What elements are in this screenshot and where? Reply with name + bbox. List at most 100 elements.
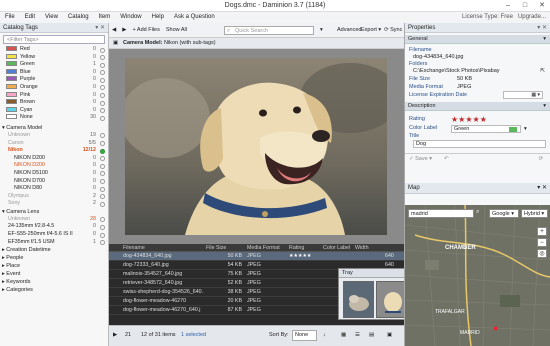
chevron-down-icon[interactable]: ▾	[543, 35, 546, 44]
quick-search-input[interactable]: ⌕ Quick Search	[224, 26, 314, 35]
camera-model-item[interactable]: NIKON D200 0	[0, 162, 108, 170]
tag-toggle[interactable]	[100, 240, 105, 246]
show-all-button[interactable]: Show All	[163, 23, 190, 38]
camera-lens-group[interactable]: ▾ Camera Lens	[0, 208, 108, 216]
tag-toggle[interactable]	[100, 156, 105, 162]
map-view[interactable]: madrid ⌕ Google ▾ Hybrid ▾ CHAMBER TRAFA…	[405, 205, 550, 346]
map-search-input[interactable]: madrid	[408, 209, 474, 218]
search-icon[interactable]: ⌕	[476, 209, 479, 216]
menu-file[interactable]: File	[0, 12, 20, 23]
export-button[interactable]: Export ▾	[361, 23, 381, 38]
map-mode-select[interactable]: Hybrid ▾	[521, 209, 548, 218]
camera-lens-item[interactable]: EF-S55-250mm f/4-5.6 IS II 0	[0, 231, 108, 239]
camera-model-item[interactable]: NIKON D200 0	[0, 155, 108, 163]
camera-model-group[interactable]: ▾ Camera Model	[0, 124, 108, 132]
tag-toggle[interactable]	[100, 194, 105, 200]
menu-help[interactable]: Help	[147, 12, 169, 23]
tag-toggle[interactable]	[100, 224, 105, 230]
title-field[interactable]: Dog	[413, 140, 546, 148]
tag-toggle[interactable]	[100, 115, 105, 121]
tray-thumb[interactable]	[343, 281, 374, 318]
add-files-button[interactable]: + Add Files	[129, 23, 162, 38]
tag-toggle[interactable]	[100, 171, 105, 177]
tag-toggle[interactable]	[100, 47, 105, 53]
tag-toggle[interactable]	[100, 77, 105, 83]
tag-toggle[interactable]	[100, 141, 105, 147]
tag-toggle[interactable]	[100, 108, 105, 114]
refresh-icon[interactable]: ⟳	[539, 156, 544, 162]
menu-view[interactable]: View	[40, 12, 63, 23]
grid-view-icon[interactable]: ▦	[341, 332, 346, 338]
menu-edit[interactable]: Edit	[20, 12, 40, 23]
tag-group-item[interactable]: ▸ Event	[0, 270, 108, 278]
tag-toggle[interactable]	[100, 186, 105, 192]
forward-button[interactable]: ▶	[119, 23, 129, 38]
tag-toggle[interactable]	[100, 93, 105, 99]
map-provider-select[interactable]: Google ▾	[489, 209, 519, 218]
col-width[interactable]: Width	[355, 244, 369, 252]
col-color-label[interactable]: Color Label	[323, 244, 350, 252]
col-media-format[interactable]: Media Format	[247, 244, 280, 252]
sort-direction-icon[interactable]: ↓	[323, 332, 326, 338]
pin-icon[interactable]: ▾ ✕	[537, 23, 547, 33]
tag-toggle[interactable]	[100, 217, 105, 223]
sync-button[interactable]: ⟳ Sync	[384, 23, 402, 38]
locate-button[interactable]: ◎	[537, 249, 547, 258]
back-button[interactable]: ◀	[109, 23, 119, 38]
col-rating[interactable]: Rating	[289, 244, 304, 252]
color-tag-item[interactable]: Blue 0	[0, 69, 108, 77]
collapse-icon[interactable]: ▾	[2, 125, 5, 131]
play-icon[interactable]: ▶	[113, 332, 117, 338]
camera-lens-item[interactable]: Unknown 28	[0, 216, 108, 224]
tag-toggle[interactable]	[100, 133, 105, 139]
pin-icon[interactable]: ▾ ✕	[537, 183, 547, 194]
sort-select[interactable]: None	[292, 330, 318, 341]
maximize-button[interactable]: □	[517, 0, 533, 12]
tag-toggle[interactable]	[100, 100, 105, 106]
tag-toggle[interactable]	[100, 70, 105, 76]
details-view-icon[interactable]: ▤	[369, 332, 374, 338]
map-pin-icon[interactable]: ●	[493, 323, 498, 333]
undo-icon[interactable]: ↶	[444, 156, 449, 162]
open-folder-icon[interactable]: ⇱	[540, 68, 545, 75]
chevron-down-icon[interactable]: ▾	[543, 102, 546, 111]
tag-group-item[interactable]: ▸ Keywords	[0, 278, 108, 286]
upgrade-link[interactable]: Upgrade...	[518, 14, 546, 20]
camera-model-item[interactable]: NIKON D700 0	[0, 178, 108, 186]
color-tag-item[interactable]: Cyan 0	[0, 107, 108, 115]
camera-model-item[interactable]: Olympus 2	[0, 193, 108, 201]
menu-item[interactable]: Item	[94, 12, 116, 23]
tag-toggle[interactable]	[100, 179, 105, 184]
filter-tags-input[interactable]: <Filter Tags>	[3, 35, 105, 44]
tray-thumb[interactable]	[376, 281, 407, 318]
camera-model-item[interactable]: Unknown 19	[0, 132, 108, 140]
description-section[interactable]: Description ▾	[405, 102, 550, 111]
color-tag-item[interactable]: Purple 0	[0, 76, 108, 84]
rating-stars[interactable]: ★★★★★	[451, 115, 487, 124]
color-tag-item[interactable]: Orange 0	[0, 84, 108, 92]
tag-toggle[interactable]	[100, 148, 105, 154]
color-tag-item[interactable]: Pink 0	[0, 92, 108, 100]
menu-catalog[interactable]: Catalog	[63, 12, 94, 23]
table-row[interactable]: dog-434834_640.jpg 50 KB JPEG ★★★★★ 640	[109, 252, 404, 261]
pin-icon[interactable]: ▾ ✕	[95, 23, 105, 33]
color-tag-item[interactable]: Green 1	[0, 61, 108, 69]
tag-toggle[interactable]	[100, 232, 105, 238]
tag-group-item[interactable]: ▸ Creation Datetime	[0, 246, 108, 254]
col-file-size[interactable]: File Size	[206, 244, 226, 252]
color-label-select[interactable]: Green	[451, 124, 521, 133]
license-date-field[interactable]: ▦ ▾	[503, 91, 543, 99]
tag-toggle[interactable]	[100, 163, 105, 169]
camera-lens-item[interactable]: EF35mm f/1.5 USM 1	[0, 239, 108, 247]
color-tag-item[interactable]: Red 0	[0, 46, 108, 54]
search-options-icon[interactable]: ▾	[317, 23, 326, 38]
general-section[interactable]: General ▾	[405, 35, 550, 44]
tag-toggle[interactable]	[100, 62, 105, 68]
zoom-out-button[interactable]: −	[537, 238, 547, 247]
minimize-button[interactable]: –	[500, 0, 516, 12]
collapse-icon[interactable]: ▾	[2, 209, 5, 215]
camera-model-item[interactable]: Sony 2	[0, 200, 108, 208]
camera-lens-item[interactable]: 24-135mm f/2.8-4.5 0	[0, 223, 108, 231]
tag-toggle[interactable]	[100, 85, 105, 91]
camera-model-item[interactable]: NIKON D80 0	[0, 185, 108, 193]
